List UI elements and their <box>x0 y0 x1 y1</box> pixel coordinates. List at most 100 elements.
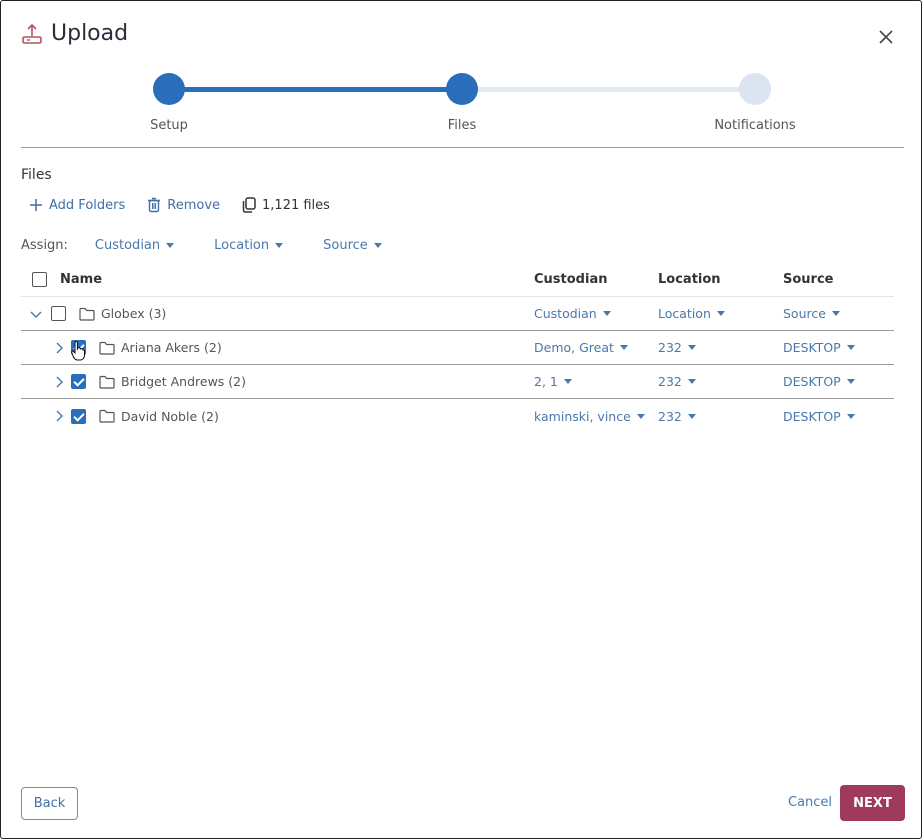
header-location[interactable]: Location <box>658 263 721 296</box>
caret-down-icon <box>846 413 855 419</box>
caret-down-icon <box>602 311 611 316</box>
step-connector-complete <box>169 87 462 92</box>
caret-down-icon <box>619 345 628 350</box>
row-source-value: DESKTOP <box>783 340 841 355</box>
upload-dialog: Upload Setup Files Notifications Files A… <box>0 0 922 839</box>
caret-down-icon <box>636 413 645 419</box>
row-source-dropdown[interactable]: DESKTOP <box>783 409 855 424</box>
row-location-value: 232 <box>658 374 682 389</box>
header-custodian[interactable]: Custodian <box>534 263 607 296</box>
row-checkbox[interactable] <box>71 340 86 355</box>
row-location-dropdown[interactable]: 232 <box>658 340 696 355</box>
row-checkbox[interactable] <box>71 408 86 424</box>
row-name: Globex (3) <box>101 306 167 321</box>
row-location-value: 232 <box>658 340 682 355</box>
file-count-text: 1,121 files <box>262 197 330 213</box>
row-custodian-dropdown[interactable]: 2, 1 <box>534 374 572 389</box>
caret-down-icon <box>846 379 855 384</box>
caret-down-icon <box>563 379 572 384</box>
step-dot-notifications <box>739 73 771 105</box>
caret-down-icon <box>687 413 696 419</box>
row-checkbox[interactable] <box>71 374 86 389</box>
row-custodian-value: kaminski, vince <box>534 408 631 424</box>
chevron-down-icon[interactable] <box>30 308 42 320</box>
folder-icon <box>99 409 115 423</box>
row-location-dropdown[interactable]: 232 <box>658 409 696 424</box>
chevron-right-icon[interactable] <box>53 410 65 422</box>
step-label-files: Files <box>447 118 477 133</box>
caret-down-icon <box>831 311 840 316</box>
remove-label: Remove <box>167 197 221 213</box>
assign-bar: Assign: Custodian Location Source <box>21 238 422 253</box>
next-button[interactable]: NEXT <box>840 785 905 821</box>
row-name: Bridget Andrews (2) <box>121 374 246 389</box>
close-icon[interactable] <box>877 28 895 46</box>
table-header: Name Custodian Location Source <box>21 263 894 297</box>
files-toolbar: Add Folders Remove 1,121 files <box>29 197 330 213</box>
assign-label: Assign: <box>21 238 68 253</box>
row-source-dropdown[interactable]: DESKTOP <box>783 374 855 389</box>
row-custodian-value: 2, 1 <box>534 374 558 389</box>
add-folders-button[interactable]: Add Folders <box>29 198 125 213</box>
caret-down-icon <box>687 379 696 384</box>
caret-down-icon <box>166 243 175 248</box>
assign-location-label: Location <box>214 238 270 253</box>
chevron-right-icon[interactable] <box>53 342 65 354</box>
caret-down-icon <box>687 345 696 350</box>
row-location-value: Location <box>658 306 711 321</box>
trash-icon <box>148 197 161 213</box>
caret-down-icon <box>846 345 855 350</box>
step-label-notifications: Notifications <box>714 118 796 133</box>
row-location-dropdown[interactable]: Location <box>658 306 725 321</box>
table-row: Bridget Andrews (2) 2, 1 232 DESKTOP <box>21 365 894 399</box>
caret-down-icon <box>275 243 284 248</box>
row-location-dropdown[interactable]: 232 <box>658 374 696 389</box>
folder-icon <box>99 341 115 355</box>
assign-custodian-label: Custodian <box>94 238 161 253</box>
caret-down-icon <box>373 243 382 248</box>
assign-custodian-dropdown[interactable]: Custodian <box>94 238 175 253</box>
dialog-title: Upload <box>51 21 129 46</box>
table-row: Ariana Akers (2) Demo, Great 232 DESKTOP <box>21 331 894 365</box>
header-name[interactable]: Name <box>60 263 102 296</box>
upload-icon <box>22 23 42 44</box>
header-source[interactable]: Source <box>783 263 833 296</box>
row-custodian-dropdown[interactable]: Custodian <box>534 306 611 321</box>
row-name: David Noble (2) <box>121 408 219 424</box>
step-connector-pending <box>462 87 755 92</box>
folder-icon <box>99 375 115 389</box>
row-location-value: 232 <box>658 408 682 424</box>
row-custodian-dropdown[interactable]: Demo, Great <box>534 340 628 355</box>
dialog-header: Upload <box>21 21 128 46</box>
table-row: David Noble (2) kaminski, vince 232 DESK… <box>21 399 894 433</box>
assign-location-dropdown[interactable]: Location <box>214 238 284 253</box>
step-dot-setup <box>153 73 185 105</box>
row-source-value: Source <box>783 306 826 321</box>
header-divider <box>21 147 904 148</box>
back-button[interactable]: Back <box>21 787 78 820</box>
remove-button[interactable]: Remove <box>147 197 220 213</box>
assign-source-dropdown[interactable]: Source <box>323 238 382 253</box>
chevron-right-icon[interactable] <box>53 376 65 388</box>
row-source-dropdown[interactable]: DESKTOP <box>783 340 855 355</box>
row-source-value: DESKTOP <box>783 374 841 389</box>
row-custodian-dropdown[interactable]: kaminski, vince <box>534 409 645 424</box>
row-custodian-value: Custodian <box>534 306 597 321</box>
add-folders-label: Add Folders <box>49 197 126 213</box>
copy-icon <box>242 197 256 213</box>
step-dot-files <box>446 73 478 105</box>
plus-icon <box>30 199 42 211</box>
row-source-dropdown[interactable]: Source <box>783 306 840 321</box>
row-checkbox[interactable] <box>51 306 66 321</box>
files-section-title: Files <box>21 167 52 183</box>
folder-icon <box>79 307 95 321</box>
select-all-checkbox[interactable] <box>32 272 47 287</box>
row-name: Ariana Akers (2) <box>121 340 222 355</box>
row-source-value: DESKTOP <box>783 408 841 424</box>
cancel-button[interactable]: Cancel <box>788 795 832 810</box>
step-label-setup: Setup <box>150 118 188 133</box>
assign-source-label: Source <box>323 238 368 253</box>
caret-down-icon <box>716 311 725 316</box>
file-count: 1,121 files <box>242 197 330 213</box>
table-row: Globex (3) Custodian Location Source <box>21 297 894 331</box>
